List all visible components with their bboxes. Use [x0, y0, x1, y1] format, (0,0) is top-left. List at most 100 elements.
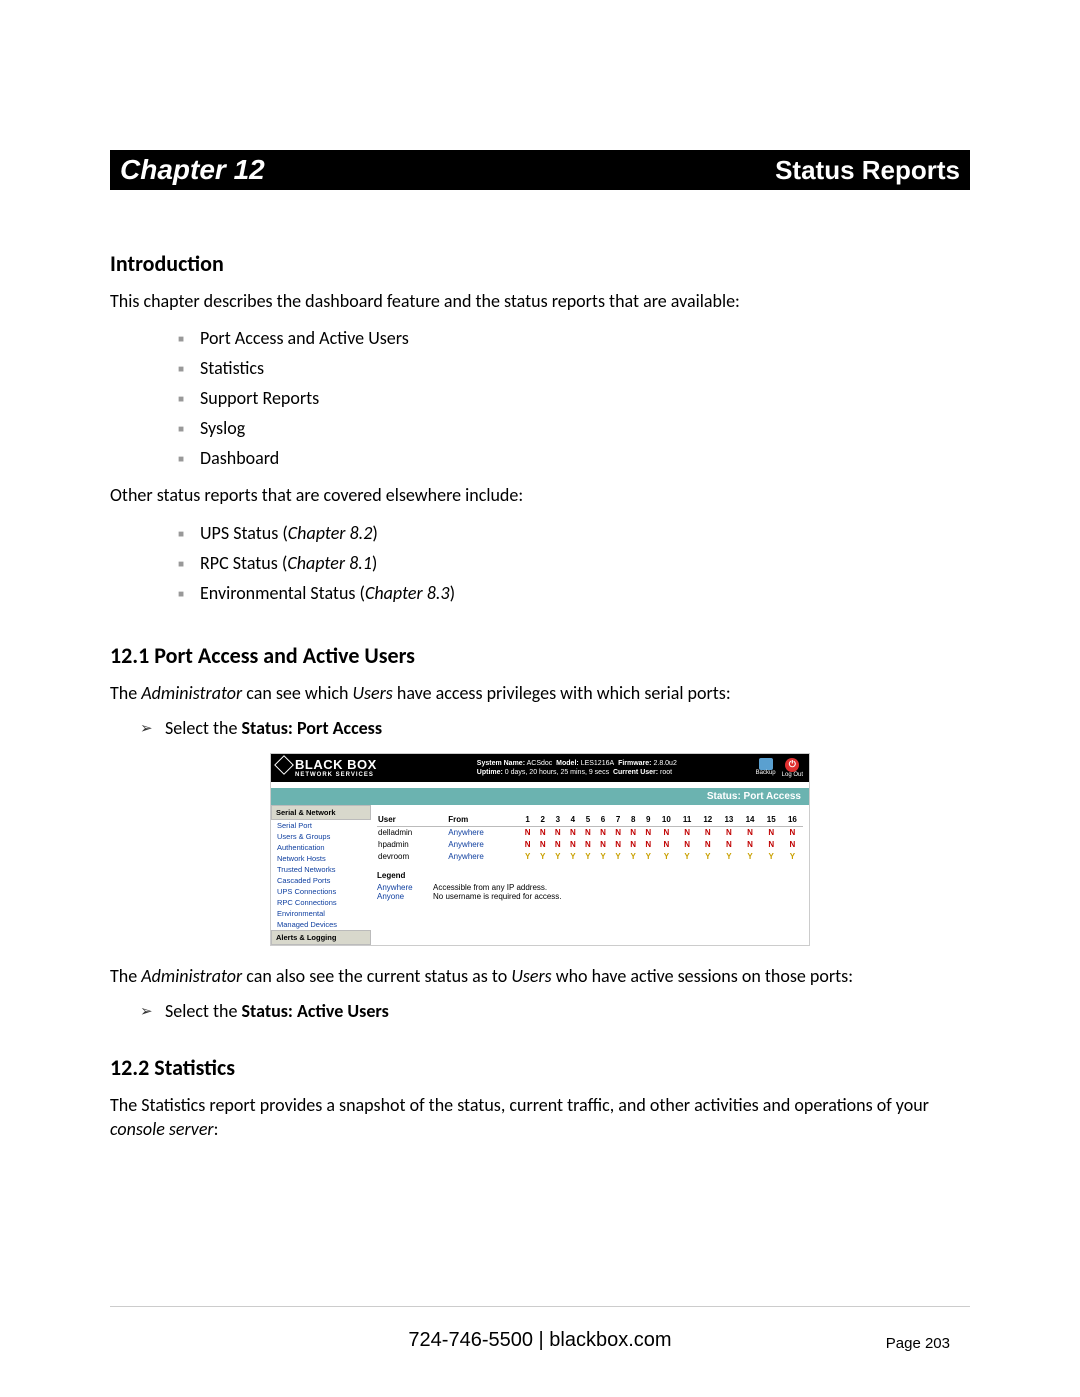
shot-main: UserFrom12345678910111213141516 delladmi…: [371, 805, 809, 945]
s121-para2: The Administrator can also see the curre…: [110, 964, 970, 988]
txt: The Statistics report provides a snapsho…: [110, 1094, 929, 1116]
shot-sidebar: Serial & Network Serial Port Users & Gro…: [271, 805, 371, 945]
sidebar-item-environmental[interactable]: Environmental: [271, 908, 371, 919]
table-row: hpadminAnywhereNNNNNNNNNNNNNNNN: [377, 839, 803, 851]
txt: can also see the current status as to: [242, 965, 511, 987]
lbl: Firmware:: [618, 760, 651, 767]
txt-bold: Status: Active Users: [242, 1000, 389, 1022]
txt-ital: Administrator: [141, 965, 242, 987]
chapter-right: Status Reports: [775, 155, 960, 186]
shot-logo: BLACK BOX NETWORK SERVICES: [277, 758, 377, 778]
chapter-bar: Chapter 12 Status Reports: [110, 150, 970, 190]
lbl: Model:: [556, 760, 579, 767]
txt-ital: Administrator: [141, 682, 242, 704]
val: root: [660, 769, 672, 776]
txt: who have active sessions on those ports:: [552, 965, 853, 987]
arrow-list: Select the Status: Active Users: [110, 998, 970, 1024]
sidebar-item-network-hosts[interactable]: Network Hosts: [271, 853, 371, 864]
intro-list: Port Access and Active Users Statistics …: [110, 323, 970, 473]
list-item: Dashboard: [200, 443, 970, 473]
legend-val: Accessible from any IP address.: [433, 883, 547, 892]
legend-key: Anywhere: [377, 883, 425, 892]
val: LES1216A: [581, 760, 614, 767]
txt: Select the: [165, 717, 242, 739]
port-access-table: UserFrom12345678910111213141516 delladmi…: [377, 813, 803, 863]
txt-ital: Users: [352, 682, 392, 704]
txt: have access privileges with which serial…: [393, 682, 731, 704]
footer-page-num: 203: [925, 1335, 950, 1352]
table-row: delladminAnywhereNNNNNNNNNNNNNNNN: [377, 826, 803, 839]
lbl: Current User:: [613, 769, 658, 776]
sidebar-item-ups-connections[interactable]: UPS Connections: [271, 886, 371, 897]
list-item: Statistics: [200, 353, 970, 383]
list-item: UPS Status (Chapter 8.2): [200, 518, 970, 548]
li-after: ): [372, 522, 377, 544]
footer-rule: [110, 1306, 970, 1307]
intro-other-lead: Other status reports that are covered el…: [110, 483, 970, 507]
backup-icon: [759, 758, 773, 770]
val: 2.8.0u2: [653, 760, 676, 767]
backup-button[interactable]: Backup: [756, 758, 776, 776]
shot-header: BLACK BOX NETWORK SERVICES System Name: …: [271, 754, 809, 782]
logo-bottom: NETWORK SERVICES: [277, 772, 377, 778]
icon-label: Backup: [756, 770, 776, 776]
s121-heading: 12.1 Port Access and Active Users: [110, 642, 970, 669]
sidebar-item-rpc-connections[interactable]: RPC Connections: [271, 897, 371, 908]
footer-phone: 724-746-5500: [408, 1329, 533, 1351]
legend-title: Legend: [377, 871, 803, 880]
footer-page-label: Page: [886, 1335, 925, 1352]
lbl: Uptime:: [477, 769, 503, 776]
s121-para1: The Administrator can see which Users ha…: [110, 681, 970, 705]
footer-sep: |: [533, 1329, 549, 1351]
intro-other-list: UPS Status (Chapter 8.2) RPC Status (Cha…: [110, 518, 970, 608]
val: ACSdoc: [527, 760, 553, 767]
arrow-item: Select the Status: Port Access: [165, 715, 970, 741]
txt: The: [110, 682, 141, 704]
sidebar-item-users-groups[interactable]: Users & Groups: [271, 831, 371, 842]
lbl: System Name:: [477, 760, 525, 767]
txt-ital: console server: [110, 1118, 214, 1140]
arrow-item: Select the Status: Active Users: [165, 998, 970, 1024]
val: 0 days, 20 hours, 25 mins, 9 secs: [505, 769, 609, 776]
txt-bold: Status: Port Access: [242, 717, 382, 739]
sidebar-item-managed-devices[interactable]: Managed Devices: [271, 919, 371, 930]
list-item: Port Access and Active Users: [200, 323, 970, 353]
intro-lead: This chapter describes the dashboard fea…: [110, 289, 970, 313]
legend-key: Anyone: [377, 892, 425, 901]
shot-sysinfo: System Name: ACSdoc Model: LES1216A Firm…: [377, 759, 756, 777]
txt: Select the: [165, 1000, 242, 1022]
logo-top: BLACK BOX: [295, 758, 377, 771]
txt: can see which: [242, 682, 352, 704]
li-after: ): [450, 582, 455, 604]
arrow-list: Select the Status: Port Access: [110, 715, 970, 741]
icon-label: Log Out: [782, 772, 803, 778]
txt: The: [110, 965, 141, 987]
sidebar-heading: Serial & Network: [271, 805, 371, 820]
legend-val: No username is required for access.: [433, 892, 562, 901]
sidebar-heading: Alerts & Logging: [271, 930, 371, 945]
list-item: RPC Status (Chapter 8.1): [200, 548, 970, 578]
sidebar-item-cascaded-ports[interactable]: Cascaded Ports: [271, 875, 371, 886]
sidebar-item-authentication[interactable]: Authentication: [271, 842, 371, 853]
list-item: Support Reports: [200, 383, 970, 413]
li-ref: Chapter 8.2: [288, 522, 373, 544]
list-item: Syslog: [200, 413, 970, 443]
port-access-screenshot: BLACK BOX NETWORK SERVICES System Name: …: [270, 753, 810, 946]
shot-header-icons: Backup ⏻Log Out: [756, 758, 803, 778]
logout-button[interactable]: ⏻Log Out: [782, 758, 803, 778]
intro-heading: Introduction: [110, 250, 970, 277]
sidebar-item-trusted-networks[interactable]: Trusted Networks: [271, 864, 371, 875]
sidebar-item-serial-port[interactable]: Serial Port: [271, 820, 371, 831]
li-text: Environmental Status (: [200, 582, 365, 604]
s122-heading: 12.2 Statistics: [110, 1054, 970, 1081]
li-text: RPC Status (: [200, 552, 287, 574]
shot-title-bar: Status: Port Access: [271, 788, 809, 805]
txt-ital: Users: [511, 965, 551, 987]
table-row: devroomAnywhereYYYYYYYYYYYYYYYY: [377, 851, 803, 863]
li-after: ): [372, 552, 377, 574]
list-item: Environmental Status (Chapter 8.3): [200, 578, 970, 608]
page-footer: 724-746-5500 | blackbox.com Page 203: [0, 1329, 1080, 1352]
li-ref: Chapter 8.1: [287, 552, 372, 574]
txt: :: [214, 1118, 219, 1140]
s122-para: The Statistics report provides a snapsho…: [110, 1093, 970, 1142]
